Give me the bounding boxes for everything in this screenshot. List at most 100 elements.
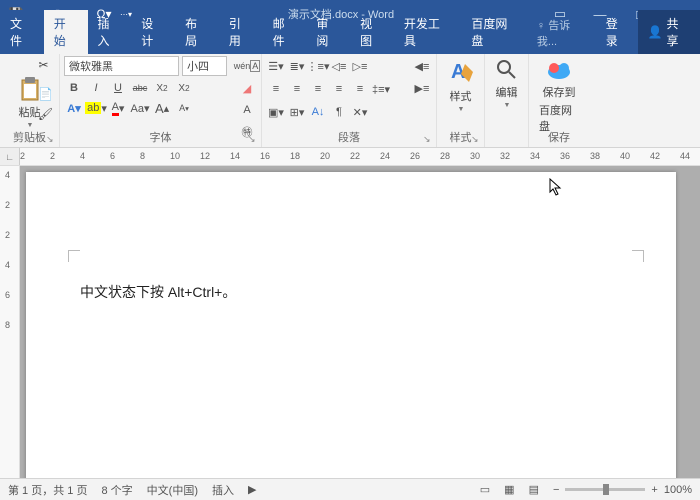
tab-developer[interactable]: 开发工具 <box>394 10 462 54</box>
rtl-button[interactable]: ▶≡ <box>412 78 432 98</box>
borders-button[interactable]: ⊞▾ <box>287 102 307 122</box>
highlight-button[interactable]: ab▾ <box>86 98 106 118</box>
subscript-button[interactable]: X2 <box>152 78 172 98</box>
login-button[interactable]: 登录 <box>598 10 638 54</box>
tab-home[interactable]: 开始 <box>44 10 88 54</box>
line-spacing-button[interactable]: ‡≡▾ <box>371 79 391 99</box>
group-clipboard: ✂ 粘贴 ▼ 📄 🖌 剪贴板 ↘ <box>0 54 60 147</box>
clipboard-launcher-icon[interactable]: ↘ <box>46 134 56 144</box>
tab-references[interactable]: 引用 <box>219 10 263 54</box>
view-web-icon[interactable]: ▤ <box>529 483 539 496</box>
tab-insert[interactable]: 插入 <box>88 10 132 54</box>
snap-button[interactable]: ✕▾ <box>350 102 370 122</box>
ruler-mark: 40 <box>620 151 630 161</box>
group-styles: A 样式 ▼ 样式 ↘ <box>437 54 485 147</box>
font-size-value: 小四 <box>187 58 209 74</box>
zoom-out-button[interactable]: − <box>553 484 559 496</box>
tab-selector[interactable]: ∟ <box>0 148 20 165</box>
styles-button[interactable]: A 样式 ▼ <box>441 56 480 115</box>
char-border-button[interactable]: A <box>237 100 257 120</box>
tab-file[interactable]: 文件 <box>0 10 44 54</box>
ruler-mark: 4 <box>80 151 85 161</box>
ruler-vertical[interactable]: 422468 <box>0 166 20 478</box>
underline-button[interactable]: U <box>108 78 128 98</box>
shrink-font-button[interactable]: A▾ <box>174 98 194 118</box>
language-indicator[interactable]: 中文(中国) <box>147 482 198 498</box>
copy-icon[interactable]: 📄 <box>38 86 53 101</box>
font-launcher-icon[interactable]: ↘ <box>248 134 258 144</box>
phonetic-button[interactable]: wénA <box>237 56 257 76</box>
zoom-level[interactable]: 100% <box>664 484 692 496</box>
sub-2: 2 <box>163 83 168 93</box>
tab-baidu[interactable]: 百度网盘 <box>461 10 529 54</box>
font-name-combo[interactable]: 微软雅黑 <box>64 56 179 76</box>
document-page[interactable]: 中文状态下按 Alt+Ctrl+。 <box>26 172 676 478</box>
tab-layout[interactable]: 布局 <box>175 10 219 54</box>
paragraph-launcher-icon[interactable]: ↘ <box>423 134 433 144</box>
zoom-slider[interactable] <box>565 488 645 491</box>
zoom-in-button[interactable]: + <box>651 484 657 496</box>
grow-font-button[interactable]: A▴ <box>152 98 172 118</box>
multilevel-button[interactable]: ⋮≡▾ <box>308 56 328 76</box>
chevron-down-icon: ▼ <box>27 122 34 129</box>
tab-design[interactable]: 设计 <box>131 10 175 54</box>
paste-button[interactable]: 粘贴 ▼ <box>4 74 55 131</box>
tab-review[interactable]: 审阅 <box>306 10 350 54</box>
insert-mode[interactable]: 插入 <box>212 482 234 498</box>
view-print-icon[interactable]: ▦ <box>504 483 514 496</box>
show-marks-button[interactable]: ¶ <box>329 102 349 122</box>
save-label-1: 保存到 <box>543 84 576 100</box>
share-button[interactable]: 👤共享 <box>638 10 700 54</box>
ruler-mark: 22 <box>350 151 360 161</box>
ruler-mark: 2 <box>50 151 55 161</box>
distributed-button[interactable]: ≡ <box>350 79 370 99</box>
ruler-mark: 38 <box>590 151 600 161</box>
justify-button[interactable]: ≡ <box>329 79 349 99</box>
align-left-button[interactable]: ≡ <box>266 79 286 99</box>
numbering-button[interactable]: ≣▾ <box>287 56 307 76</box>
bold-button[interactable]: B <box>64 78 84 98</box>
editing-button[interactable]: 编辑 ▼ <box>489 56 524 111</box>
page-indicator[interactable]: 第 1 页，共 1 页 <box>8 482 87 498</box>
zoom-thumb[interactable] <box>603 484 609 495</box>
format-painter-icon[interactable]: 🖌 <box>38 106 53 121</box>
styles-launcher-icon[interactable]: ↘ <box>471 134 481 144</box>
sort-button[interactable]: A↓ <box>308 102 328 122</box>
ruler-mark: 2 <box>20 151 25 161</box>
baidu-save-button[interactable]: 保存到 百度网盘 <box>533 56 585 136</box>
eraser-icon[interactable]: ◢ <box>237 78 257 98</box>
align-right-button[interactable]: ≡ <box>308 79 328 99</box>
ruler-mark: 32 <box>500 151 510 161</box>
text-effects-button[interactable]: A▾ <box>64 98 84 118</box>
document-text[interactable]: 中文状态下按 Alt+Ctrl+。 <box>80 282 236 302</box>
cut-icon[interactable]: ✂ <box>36 58 51 73</box>
shading-button[interactable]: ▣▾ <box>266 102 286 122</box>
group-paragraph: ☰▾ ≣▾ ⋮≡▾ ◁≡ ▷≡ ≡ ≡ ≡ ≡ ≡ ‡≡▾ ▣▾ ⊞▾ A↓ ¶… <box>262 54 437 147</box>
increase-indent-button[interactable]: ▷≡ <box>350 56 370 76</box>
align-center-button[interactable]: ≡ <box>287 79 307 99</box>
view-read-icon[interactable]: ▭ <box>480 483 490 496</box>
margin-corner-tl <box>68 250 80 262</box>
font-name-value: 微软雅黑 <box>69 58 113 74</box>
font-color-button[interactable]: A▾ <box>108 98 128 118</box>
tab-view[interactable]: 视图 <box>350 10 394 54</box>
ltr-button[interactable]: ◀≡ <box>412 56 432 76</box>
macro-icon[interactable]: ▶ <box>248 483 256 496</box>
italic-button[interactable]: I <box>86 78 106 98</box>
superscript-button[interactable]: X2 <box>174 78 194 98</box>
strike-button[interactable]: abc <box>130 78 150 98</box>
font-size-combo[interactable]: 小四 <box>182 56 227 76</box>
tell-me[interactable]: ♀ 告诉我... <box>529 12 598 54</box>
ruler-horizontal[interactable]: ∟ 22468101214161820222426283032343638404… <box>0 148 700 166</box>
styles-icon: A <box>447 58 475 86</box>
group-editing: 编辑 ▼ <box>485 54 529 147</box>
decrease-indent-button[interactable]: ◁≡ <box>329 56 349 76</box>
tab-mailings[interactable]: 邮件 <box>263 10 307 54</box>
bullets-button[interactable]: ☰▾ <box>266 56 286 76</box>
ribbon-tabs: 文件 开始 插入 设计 布局 引用 邮件 审阅 视图 开发工具 百度网盘 ♀ 告… <box>0 28 700 54</box>
word-count[interactable]: 8 个字 <box>101 482 132 498</box>
share-icon: 👤 <box>648 25 663 39</box>
ruler-mark: 44 <box>680 151 690 161</box>
zoom-control: − + 100% <box>553 484 692 496</box>
change-case-button[interactable]: Aa▾ <box>130 98 150 118</box>
